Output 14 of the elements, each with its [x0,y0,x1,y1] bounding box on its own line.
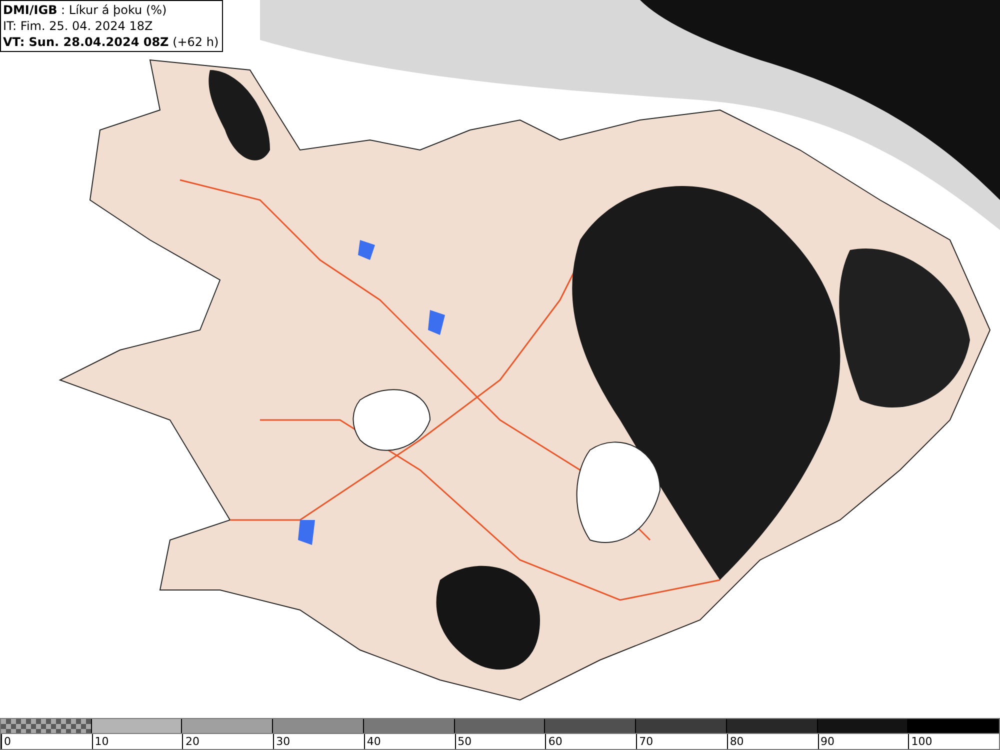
header-text: VT: Sun. 28.04.2024 08Z (+62 h) [3,34,219,50]
legend-label: 70 [639,735,654,748]
header-text: IT: Fim. 25. 04. 2024 18Z [3,18,154,34]
legend-label: 50 [458,735,472,748]
legend-label: 20 [185,735,200,748]
legend-label: 100 [911,735,932,748]
legend-label: 40 [366,735,381,748]
header-text: DMI/IGB : Líkur á þoku (%) [3,2,168,18]
legend-label: 80 [730,735,744,748]
legend-label: 90 [820,735,835,748]
legend-label: 60 [548,735,562,748]
legend-label: 0 [4,735,11,748]
legend-label: 30 [276,735,290,748]
legend-label: 10 [94,735,109,748]
